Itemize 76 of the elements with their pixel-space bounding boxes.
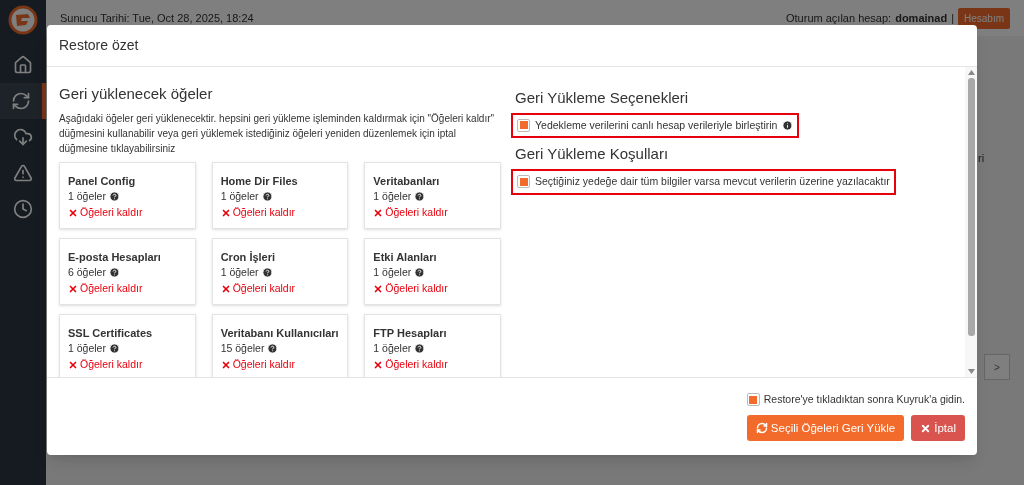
help-icon (261, 267, 273, 279)
option-label: Yedekleme verilerini canlı hesap verileriyle birleştirin (535, 117, 778, 133)
home-icon (13, 55, 33, 75)
item-count: 1 öğeler (68, 341, 106, 356)
item-name: Cron İşleri (220, 249, 277, 265)
item-count: 15 öğeler (220, 341, 265, 356)
scroll-down-icon[interactable] (967, 369, 975, 374)
remove-items-link[interactable]: Öğeleri kaldır (68, 204, 187, 221)
close-icon (373, 359, 384, 370)
item-name: Etki Alanları (373, 249, 438, 265)
remove-items-link[interactable]: Öğeleri kaldır (373, 356, 492, 373)
item-count: 1 öğeler (68, 189, 106, 204)
help-icon (414, 267, 426, 279)
server-date: Sunucu Tarihi: Tue, Oct 28, 2025, 18:24 (60, 10, 254, 26)
cancel-button[interactable]: İptal (911, 415, 965, 442)
close-icon (68, 359, 78, 370)
warning-icon (13, 163, 33, 183)
logo-icon (8, 5, 38, 35)
remove-items-link[interactable]: Öğeleri kaldır (68, 280, 187, 297)
restore-button[interactable]: Seçili Öğeleri Geri Yükle (746, 415, 905, 442)
section-heading: Geri Yükleme Koşulları (515, 144, 670, 165)
item-count: 1 öğeler (373, 341, 412, 356)
section-heading: Geri Yükleme Seçenekleri (515, 88, 690, 108)
checkbox[interactable] (517, 175, 530, 189)
next-page-button[interactable]: > (984, 354, 1010, 380)
remove-items-link[interactable]: Öğeleri kaldır (373, 280, 492, 297)
login-label: Oturum açılan hesap: (786, 10, 892, 26)
separator: | (951, 10, 954, 26)
close-icon (920, 422, 932, 434)
close-icon (220, 359, 231, 370)
remove-items-link[interactable]: Öğeleri kaldır (220, 356, 340, 373)
item-count: 6 öğeler (68, 265, 106, 280)
item-count: 1 öğeler (373, 189, 412, 204)
cloud-download-icon (13, 127, 33, 147)
item-name: Home Dir Files (220, 173, 299, 189)
item-name: Panel Config (68, 173, 137, 189)
item-name: Veritabanı Kullanıcıları (220, 325, 340, 341)
option-label: Seçtiğiniz yedeğe dair tüm bilgiler varsa mevcut verilerin üzerine yazılacaktır (535, 173, 890, 189)
background-text: ri (978, 151, 985, 166)
description: Aşağıdaki öğeler geri yüklenecektir. hepsini geri yükleme işleminden kaldırmak için "Öğeleri kaldır" düğmesini kullanabilir veya geri yüklemek istediğiniz öğeleri yeniden düzenlemek için iptal düğmesine tıklayabilirsiniz (59, 111, 496, 156)
remove-items-link[interactable]: Öğeleri kaldır (220, 280, 340, 297)
clock-icon (13, 199, 33, 219)
checkbox[interactable] (746, 393, 760, 406)
item-name: Veritabanları (373, 173, 441, 189)
remove-items-link[interactable]: Öğeleri kaldır (220, 204, 340, 221)
item-name: SSL Certificates (68, 325, 154, 341)
refresh-icon (755, 422, 768, 435)
item-count: 1 öğeler (373, 265, 412, 280)
item-count: 1 öğeler (220, 189, 259, 204)
checkbox[interactable] (517, 118, 530, 132)
section-heading: Geri yüklenecek öğeler (59, 84, 214, 104)
refresh-icon (11, 91, 31, 111)
remove-items-link[interactable]: Öğeleri kaldır (68, 356, 187, 373)
remove-items-link[interactable]: Öğeleri kaldır (373, 204, 492, 221)
help-icon (267, 343, 279, 355)
sidebar-item[interactable] (0, 83, 46, 119)
help-icon (108, 267, 120, 279)
close-icon (68, 283, 78, 294)
close-icon (373, 283, 384, 294)
help-icon (414, 343, 426, 355)
scroll-up-icon[interactable] (967, 70, 975, 75)
dialog-title: Restore özet (59, 36, 139, 55)
close-icon (220, 207, 231, 218)
queue-label: Restore'ye tıkladıktan sonra Kuyruk'a gidin. (763, 391, 965, 407)
close-icon (68, 207, 78, 218)
help-icon (261, 191, 273, 203)
close-icon (373, 207, 384, 218)
item-count: 1 öğeler (220, 265, 259, 280)
item-name: E-posta Hesapları (68, 249, 162, 265)
help-icon (108, 191, 120, 203)
help-icon (414, 191, 426, 203)
item-name: FTP Hesapları (373, 325, 448, 341)
scrollbar[interactable] (965, 67, 977, 377)
help-icon (108, 343, 120, 355)
close-icon (220, 283, 231, 294)
username: domainad (895, 10, 948, 26)
